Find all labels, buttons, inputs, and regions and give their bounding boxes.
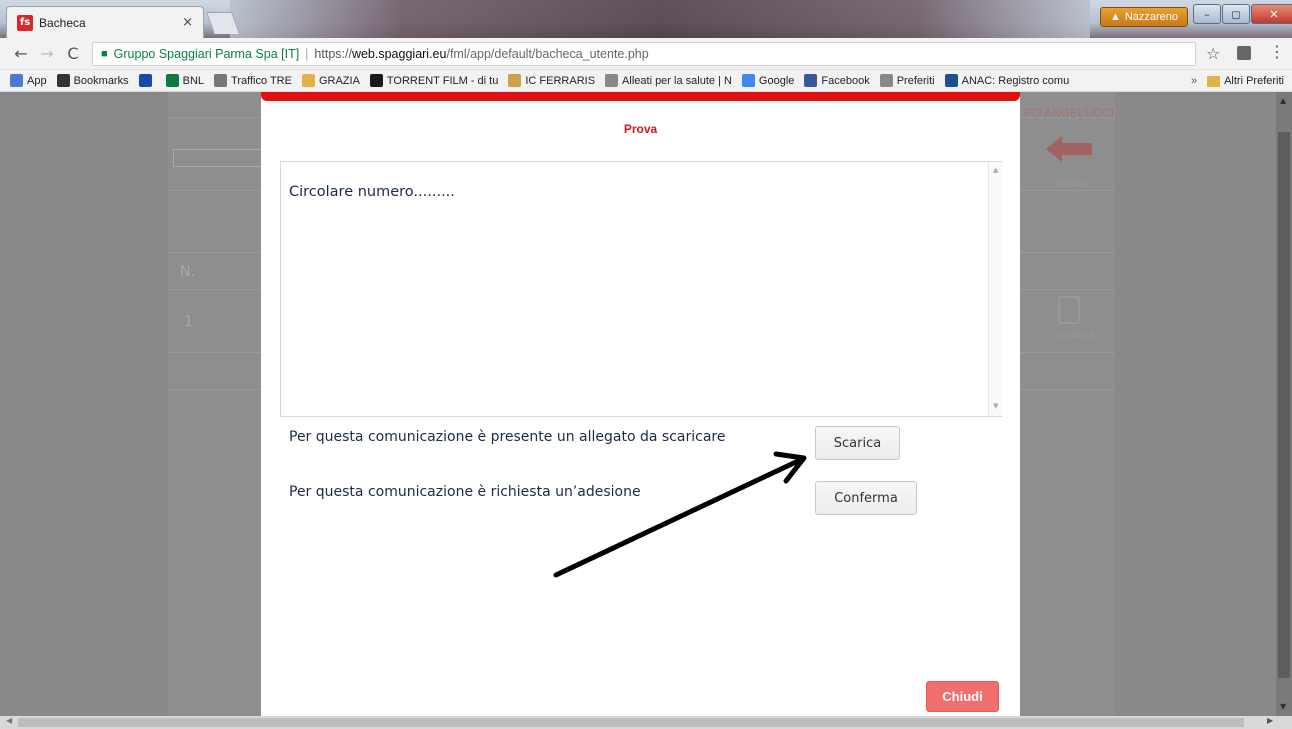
teacher-name: PO ANGELUCCI (1024, 106, 1115, 120)
bookmark-item[interactable] (138, 74, 156, 87)
anac-icon (944, 74, 958, 87)
url-scheme: https:// (314, 47, 352, 61)
dialog-title: Prova (623, 122, 658, 136)
bookmark-item[interactable]: Google (741, 74, 795, 87)
extension-icon[interactable] (1237, 46, 1251, 60)
bookmarks-overflow-button[interactable]: » (1191, 75, 1197, 87)
bookmark-label: Facebook (821, 74, 870, 87)
view-label: Visualizza (1054, 330, 1095, 340)
url-host: web.spaggiari.eu (351, 47, 447, 61)
torrent-icon (369, 74, 383, 87)
bookmark-label: Bookmarks (73, 74, 129, 87)
bookmark-label: Google (758, 74, 795, 87)
row-number: 1 (184, 314, 193, 330)
page-icon (879, 74, 893, 87)
bookmark-item[interactable]: TORRENT FILM - di tu (369, 74, 499, 87)
lock-icon: ■ (101, 48, 108, 60)
forward-arrow-icon[interactable]: → (36, 44, 58, 63)
bookmark-item[interactable]: Facebook (804, 74, 870, 87)
site-identity: Gruppo Spaggiari Parma Spa [IT] (113, 47, 300, 61)
confirm-button[interactable]: Conferma (815, 481, 917, 515)
bookmark-item[interactable]: Preferiti (879, 74, 935, 87)
bookmark-item[interactable]: Bookmarks (56, 74, 129, 87)
bookmark-item[interactable]: Alleati per la salute | N (605, 74, 732, 87)
bookmark-item[interactable]: App (10, 74, 47, 87)
scroll-down-icon[interactable]: ▼ (1280, 702, 1286, 711)
url-path: /fml/app/default/bacheca_utente.php (446, 47, 649, 61)
back-arrow-icon (1046, 136, 1092, 162)
bookmark-item[interactable]: Traffico TRE (214, 74, 292, 87)
star-icon (56, 74, 70, 87)
facebook-icon (804, 74, 818, 87)
message-scrollbar[interactable]: ▲ ▼ (988, 162, 1003, 416)
scroll-up-icon[interactable]: ▲ (1280, 96, 1286, 105)
profile-name: Nazzareno (1124, 11, 1179, 23)
bookmark-label: App (27, 74, 47, 87)
bookmark-star-icon[interactable]: ☆ (1206, 44, 1220, 63)
site-favicon-icon: fs (17, 14, 33, 31)
page-vertical-scrollbar[interactable]: ▲ ▼ (1276, 92, 1292, 716)
address-separator: | (305, 47, 309, 61)
tab-close-icon[interactable]: × (182, 15, 193, 30)
titlebar-background (230, 0, 1090, 38)
bookmark-label: Preferiti (896, 74, 935, 87)
window-controls: – ◻ ✕ (1192, 4, 1292, 24)
close-window-button[interactable]: ✕ (1251, 4, 1292, 24)
emblem-icon (508, 74, 522, 87)
bookmark-item[interactable]: GRAZIA (301, 74, 360, 87)
reload-icon[interactable]: C (62, 44, 84, 63)
scroll-down-icon[interactable]: ▼ (993, 402, 998, 410)
maximize-button[interactable]: ◻ (1222, 4, 1250, 24)
communication-dialog: Prova Circolare numero......... ▲ ▼ Per … (261, 92, 1020, 716)
tab-title: Bacheca (39, 15, 86, 30)
folder-icon (1207, 75, 1221, 87)
message-textarea[interactable]: Circolare numero......... ▲ ▼ (280, 161, 1003, 417)
scrollbar-thumb[interactable] (18, 718, 1244, 727)
bookmark-item[interactable]: BNL (165, 74, 205, 87)
bnl-icon (165, 74, 179, 87)
back-label: Indietro (1055, 178, 1089, 189)
google-icon (741, 74, 755, 87)
bookmarks-right: » Altri Preferiti (1191, 70, 1284, 91)
message-text: Circolare numero......... (289, 184, 455, 200)
bookmark-label: Traffico TRE (231, 74, 292, 87)
dialog-accent-bar (261, 92, 1020, 101)
folder-icon (301, 74, 315, 87)
other-bookmarks-label[interactable]: Altri Preferiti (1224, 75, 1284, 87)
scroll-up-icon[interactable]: ▲ (993, 166, 998, 174)
bookmarks-bar: App Bookmarks BNL Traffico TRE GRAZIA TORRENT… (0, 70, 1292, 92)
bookmark-label: IC FERRARIS (525, 74, 596, 87)
bookmark-label: TORRENT FILM - di tu (386, 74, 499, 87)
bookmark-label: Alleati per la salute | N (622, 74, 732, 87)
address-bar[interactable]: ■ Gruppo Spaggiari Parma Spa [IT] | http… (92, 42, 1196, 66)
browser-toolbar: ← → C ■ Gruppo Spaggiari Parma Spa [IT] … (0, 38, 1292, 70)
bookmark-item[interactable]: ANAC: Registro comu (944, 74, 1070, 87)
profile-button[interactable]: ▲ Nazzareno (1100, 7, 1188, 27)
warning-icon: ▲ (1109, 11, 1121, 23)
menu-icon[interactable]: ⋮ (1269, 42, 1285, 61)
page-icon (605, 74, 619, 87)
tre-icon (214, 74, 228, 87)
bookmark-label: GRAZIA (318, 74, 360, 87)
shield-icon (138, 74, 152, 87)
close-dialog-button[interactable]: Chiudi (926, 681, 999, 712)
apps-grid-icon (10, 74, 23, 87)
bookmark-label: ANAC: Registro comu (961, 74, 1070, 87)
view-document-icon (1058, 296, 1080, 324)
attachment-notice: Per questa comunicazione è presente un a… (289, 429, 726, 445)
back-arrow-icon[interactable]: ← (10, 44, 32, 63)
scrollbar-thumb[interactable] (1278, 132, 1290, 678)
scroll-right-icon[interactable]: ▶ (1267, 716, 1273, 725)
scroll-left-icon[interactable]: ◀ (6, 716, 12, 725)
column-header-number: N. (180, 264, 195, 280)
bookmark-item[interactable]: IC FERRARIS (508, 74, 595, 87)
minimize-button[interactable]: – (1193, 4, 1221, 24)
adhesion-notice: Per questa comunicazione è richiesta un’… (289, 484, 641, 500)
filter-input (173, 149, 263, 167)
bookmark-label: BNL (182, 74, 205, 87)
download-button[interactable]: Scarica (815, 426, 900, 460)
browser-tab[interactable]: fs Bacheca × (6, 6, 204, 38)
page-horizontal-scrollbar[interactable]: ◀ ▶ (0, 716, 1292, 729)
